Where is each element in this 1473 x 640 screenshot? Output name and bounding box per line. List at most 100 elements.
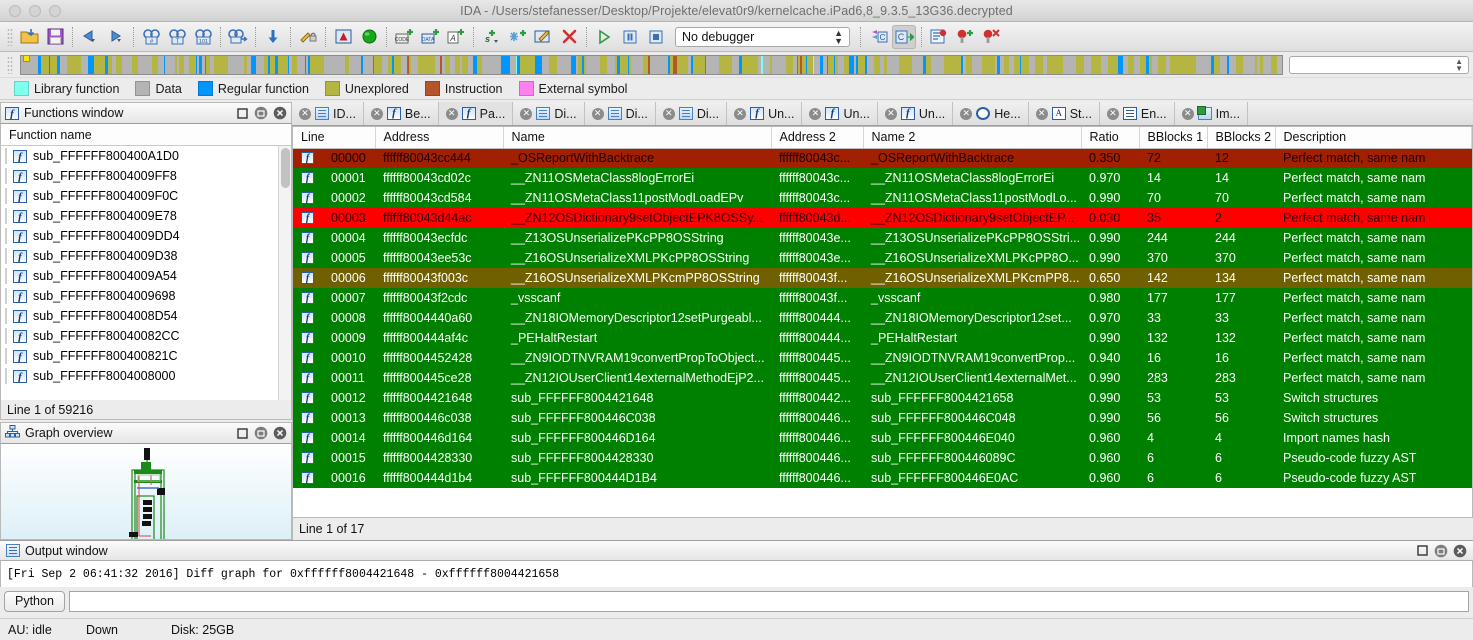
functions-column-header[interactable]: Function name xyxy=(0,124,292,146)
function-list-item[interactable]: f sub_FFFFFF8004009D38 xyxy=(1,246,291,266)
close-tab-icon[interactable]: ✕ xyxy=(445,107,458,120)
diff-table-row[interactable]: f 00010 ffffff8004452428 __ZN9IODTNVRAM19co… xyxy=(293,348,1472,368)
view-tab[interactable]: ✕ Di... xyxy=(513,102,585,125)
jump-to-text-icon[interactable]: T xyxy=(165,25,189,49)
maximize-panel-button[interactable] xyxy=(235,106,249,120)
make-unexplored-icon[interactable] xyxy=(505,25,529,49)
jump-down-icon[interactable] xyxy=(261,25,285,49)
stop-icon[interactable] xyxy=(644,25,668,49)
navband-jump-field[interactable]: ▲ ▼ xyxy=(1289,55,1469,74)
cli-input[interactable] xyxy=(68,590,1469,612)
view-tab[interactable]: ✕ En... xyxy=(1100,102,1175,125)
function-list-item[interactable]: f sub_FFFFFF8004009DD4 xyxy=(1,226,291,246)
function-list-item[interactable]: f sub_FFFFFF8004009F0C xyxy=(1,186,291,206)
close-tab-icon[interactable]: ✕ xyxy=(591,107,604,120)
diff-results-table-container[interactable]: Line Address Name Address 2 Name 2 Ratio… xyxy=(292,126,1473,518)
function-list-item[interactable]: f sub_FFFFFF8004008D54 xyxy=(1,306,291,326)
undock-panel-button[interactable] xyxy=(1434,544,1448,558)
diff-table-row[interactable]: f 00006 ffffff80043f003c __Z16OSUnserialize… xyxy=(293,268,1472,288)
close-tab-icon[interactable]: ✕ xyxy=(1106,107,1119,120)
function-list-item[interactable]: f sub_FFFFFF8004008000 xyxy=(1,366,291,386)
close-tab-icon[interactable]: ✕ xyxy=(1181,107,1194,120)
close-tab-icon[interactable]: ✕ xyxy=(299,107,311,120)
diff-table-row[interactable]: f 00005 ffffff80043ee53c __Z16OSUnserialize… xyxy=(293,248,1472,268)
view-tab[interactable]: ✕ f Un... xyxy=(727,102,803,125)
function-list-item[interactable]: f sub_FFFFFF8004009FF8 xyxy=(1,166,291,186)
close-tab-icon[interactable]: ✕ xyxy=(1035,107,1048,120)
function-list-item[interactable]: f sub_FFFFFF8004009E78 xyxy=(1,206,291,226)
column-header-description[interactable]: Description xyxy=(1275,127,1472,149)
column-header-address-2[interactable]: Address 2 xyxy=(771,127,864,149)
undock-panel-button[interactable] xyxy=(254,106,268,120)
function-list-item[interactable]: f sub_FFFFFF800400A1D0 xyxy=(1,146,291,166)
jump-to-address-icon[interactable]: # xyxy=(139,25,163,49)
view-tab[interactable]: ✕ f Un... xyxy=(802,102,878,125)
close-tab-icon[interactable]: ✕ xyxy=(370,107,383,120)
column-header-bblocks-1[interactable]: BBlocks 1 xyxy=(1139,127,1208,149)
function-list-item[interactable]: f sub_FFFFFF800400821C xyxy=(1,346,291,366)
decompile-icon[interactable]: C xyxy=(866,25,890,49)
functions-list[interactable]: f sub_FFFFFF800400A1D0 f sub_FFFFFF8004009F… xyxy=(0,146,292,400)
view-tab[interactable]: ✕ He... xyxy=(953,102,1029,125)
diff-table-row[interactable]: f 00014 ffffff800446d164 sub_FFFFFF800446D1… xyxy=(293,428,1472,448)
navigate-forward-icon[interactable] xyxy=(104,25,128,49)
column-header-ratio[interactable]: Ratio xyxy=(1081,127,1140,149)
make-struct-icon[interactable]: s xyxy=(479,25,503,49)
delete-icon[interactable] xyxy=(557,25,581,49)
functions-list-scrollbar[interactable] xyxy=(278,146,291,400)
diff-table-row[interactable]: f 00002 ffffff80043cd584 __ZN11OSMetaClass1… xyxy=(293,188,1472,208)
decompile-active-icon[interactable]: C xyxy=(892,24,916,49)
breakpoint-list-icon[interactable] xyxy=(927,25,951,49)
view-tab[interactable]: ✕ f Be... xyxy=(364,102,439,125)
diff-table-row[interactable]: f 00012 ffffff8004421648 sub_FFFFFF80044216… xyxy=(293,388,1472,408)
make-string-icon[interactable]: A xyxy=(444,25,468,49)
delete-breakpoint-icon[interactable] xyxy=(979,25,1003,49)
view-tab[interactable]: ✕ f Un... xyxy=(878,102,954,125)
function-list-item[interactable]: f sub_FFFFFF80040082CC xyxy=(1,326,291,346)
view-tab[interactable]: ✕ Di... xyxy=(656,102,728,125)
add-breakpoint-icon[interactable] xyxy=(953,25,977,49)
diff-table-row[interactable]: f 00008 ffffff8004440a60 __ZN18IOMemoryDesc… xyxy=(293,308,1472,328)
close-tab-icon[interactable]: ✕ xyxy=(520,107,533,120)
navigate-back-icon[interactable] xyxy=(78,25,102,49)
column-header-address[interactable]: Address xyxy=(375,127,504,149)
diff-table-row[interactable]: f 00004 ffffff80043ecfdc __Z13OSUnserialize… xyxy=(293,228,1472,248)
diff-table-row[interactable]: f 00007 ffffff80043f2cdc _vsscanf ffffff8004… xyxy=(293,288,1472,308)
navband-grip[interactable] xyxy=(7,55,13,74)
pause-icon[interactable] xyxy=(618,25,642,49)
edit-function-icon[interactable] xyxy=(531,25,555,49)
column-header-line[interactable]: Line xyxy=(293,127,376,149)
warning-icon[interactable] xyxy=(331,25,355,49)
diff-table-row[interactable]: f 00001 ffffff80043cd02c __ZN11OSMetaClass8… xyxy=(293,168,1472,188)
security-lock-icon[interactable] xyxy=(296,25,320,49)
close-tab-icon[interactable]: ✕ xyxy=(662,107,675,120)
maximize-panel-button[interactable] xyxy=(1415,544,1429,558)
column-header-name[interactable]: Name xyxy=(503,127,772,149)
diff-table-row[interactable]: f 00000 ffffff80043cc444 _OSReportWithBackt… xyxy=(293,148,1472,168)
close-panel-button[interactable] xyxy=(1453,544,1467,558)
close-tab-icon[interactable]: ✕ xyxy=(960,107,973,120)
close-tab-icon[interactable]: ✕ xyxy=(884,107,897,120)
graph-overview-canvas[interactable] xyxy=(0,444,292,540)
view-tab[interactable]: ✕ ID... xyxy=(292,102,364,125)
green-circle-icon[interactable] xyxy=(357,25,381,49)
diff-table-row[interactable]: f 00013 ffffff800446c038 sub_FFFFFF800446C0… xyxy=(293,408,1472,428)
column-header-name-2[interactable]: Name 2 xyxy=(863,127,1082,149)
view-tab[interactable]: ✕ Di... xyxy=(585,102,656,125)
view-tab[interactable]: ✕ A St... xyxy=(1029,102,1100,125)
cli-language-button[interactable]: Python xyxy=(4,590,65,612)
diff-table-row[interactable]: f 00011 ffffff800445ce28 __ZN12IOUserClient… xyxy=(293,368,1472,388)
column-header-bblocks-2[interactable]: BBlocks 2 xyxy=(1207,127,1276,149)
undock-panel-button[interactable] xyxy=(254,426,268,440)
view-tab[interactable]: ✕ Im... xyxy=(1175,102,1248,125)
view-tab-bar[interactable]: ✕ ID... ✕ f Be... ✕ f Pa... ✕ Di... ✕ Di... ✕ Di... ✕ f… xyxy=(292,102,1473,126)
make-data-icon[interactable]: DATA xyxy=(418,25,442,49)
diff-table-row[interactable]: f 00015 ffffff8004428330 sub_FFFFFF80044283… xyxy=(293,448,1472,468)
close-panel-button[interactable] xyxy=(273,426,287,440)
save-icon[interactable] xyxy=(43,25,67,49)
diff-table-row[interactable]: f 00009 ffffff800444af4c _PEHaltRestart ffff… xyxy=(293,328,1472,348)
make-code-icon[interactable]: CODE xyxy=(392,25,416,49)
diff-table-row[interactable]: f 00016 ffffff800444d1b4 sub_FFFFFF800444D1… xyxy=(293,468,1472,488)
diff-table-row[interactable]: f 00003 ffffff80043d44ac __ZN12OSDictionary… xyxy=(293,208,1472,228)
maximize-panel-button[interactable] xyxy=(235,426,249,440)
